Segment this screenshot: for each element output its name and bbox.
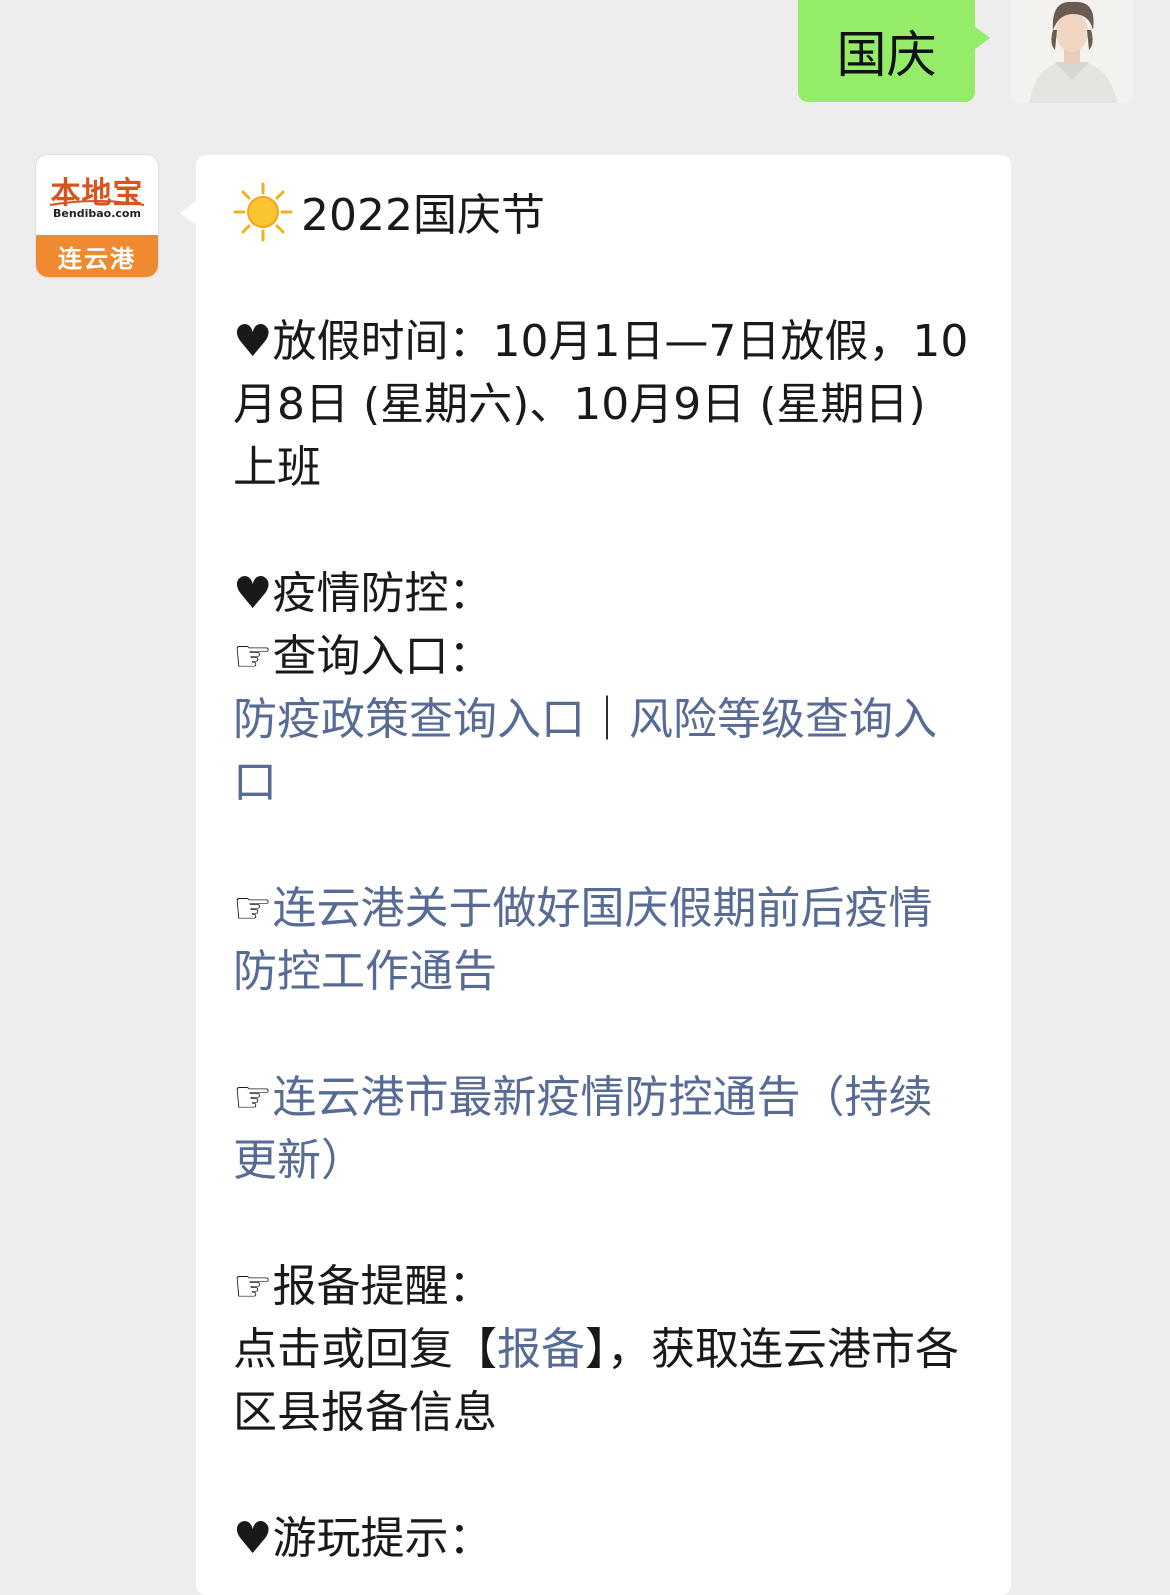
pointing-hand-icon: ☞: [233, 631, 273, 682]
message-title: 2022国庆节: [301, 190, 545, 241]
report-keyword-link[interactable]: 报备: [497, 1324, 585, 1375]
holiday-paragraph: ♥放假时间：10月1日—7日放假，10月8日 (星期六)、10月9日 (星期日)…: [233, 310, 975, 499]
outgoing-message-bubble[interactable]: 国庆: [798, 0, 975, 102]
pointing-hand-icon: ☞: [233, 1261, 273, 1312]
pointing-hand-icon: ☞: [233, 883, 273, 934]
holiday-label: 放假时间：: [272, 316, 493, 367]
notice-paragraph: ☞连云港关于做好国庆假期前后疫情防控工作通告: [233, 877, 975, 1003]
travel-label: 游玩提示：: [272, 1513, 493, 1564]
city-banner: 连云港: [36, 235, 158, 277]
report-heading: ☞报备提醒：: [233, 1255, 975, 1318]
query-links: 防疫政策查询入口｜风险等级查询入口: [233, 688, 975, 814]
bendibao-domain-text: Bendibao.com: [53, 207, 141, 220]
report-prefix: 点击或回复【: [233, 1324, 497, 1375]
epidemic-label: 疫情防控：: [272, 568, 493, 619]
outgoing-bubble-tail: [974, 26, 990, 50]
bendibao-account-avatar[interactable]: 本地宝 Bendibao.com 连云港: [36, 155, 158, 277]
heart-icon: ♥: [233, 316, 273, 367]
report-paragraph: 点击或回复【报备】，获取连云港市各区县报备信息: [233, 1318, 975, 1444]
query-heading: ☞查询入口：: [233, 625, 975, 688]
self-avatar[interactable]: [1011, 0, 1133, 103]
sun-icon: [233, 182, 293, 242]
heart-icon: ♥: [233, 568, 273, 619]
outgoing-message-text: 国庆: [836, 26, 937, 84]
city-name: 连云港: [58, 244, 136, 273]
epidemic-heading: ♥疫情防控：: [233, 562, 975, 625]
travel-heading: ♥游玩提示：: [233, 1507, 975, 1570]
pointing-hand-icon: ☞: [233, 1072, 273, 1123]
person-avatar-icon: [1011, 0, 1133, 103]
heart-icon: ♥: [233, 1513, 273, 1564]
avatar-logo-area: 本地宝 Bendibao.com: [36, 155, 158, 235]
incoming-bubble-tail: [180, 201, 196, 225]
holiday-notice-link[interactable]: 连云港关于做好国庆假期前后疫情防控工作通告: [233, 883, 932, 997]
message-title-line: 2022国庆节: [233, 182, 975, 247]
policy-query-link[interactable]: 防疫政策查询入口: [233, 694, 585, 745]
latest-notice-paragraph: ☞连云港市最新疫情防控通告（持续更新）: [233, 1066, 975, 1192]
latest-notice-link[interactable]: 连云港市最新疫情防控通告（持续更新）: [233, 1072, 932, 1186]
incoming-message-content: 2022国庆节 ♥放假时间：10月1日—7日放假，10月8日 (星期六)、10月…: [233, 182, 975, 1570]
link-separator: ｜: [585, 694, 629, 745]
query-label: 查询入口：: [272, 631, 493, 682]
report-label: 报备提醒：: [272, 1261, 493, 1312]
